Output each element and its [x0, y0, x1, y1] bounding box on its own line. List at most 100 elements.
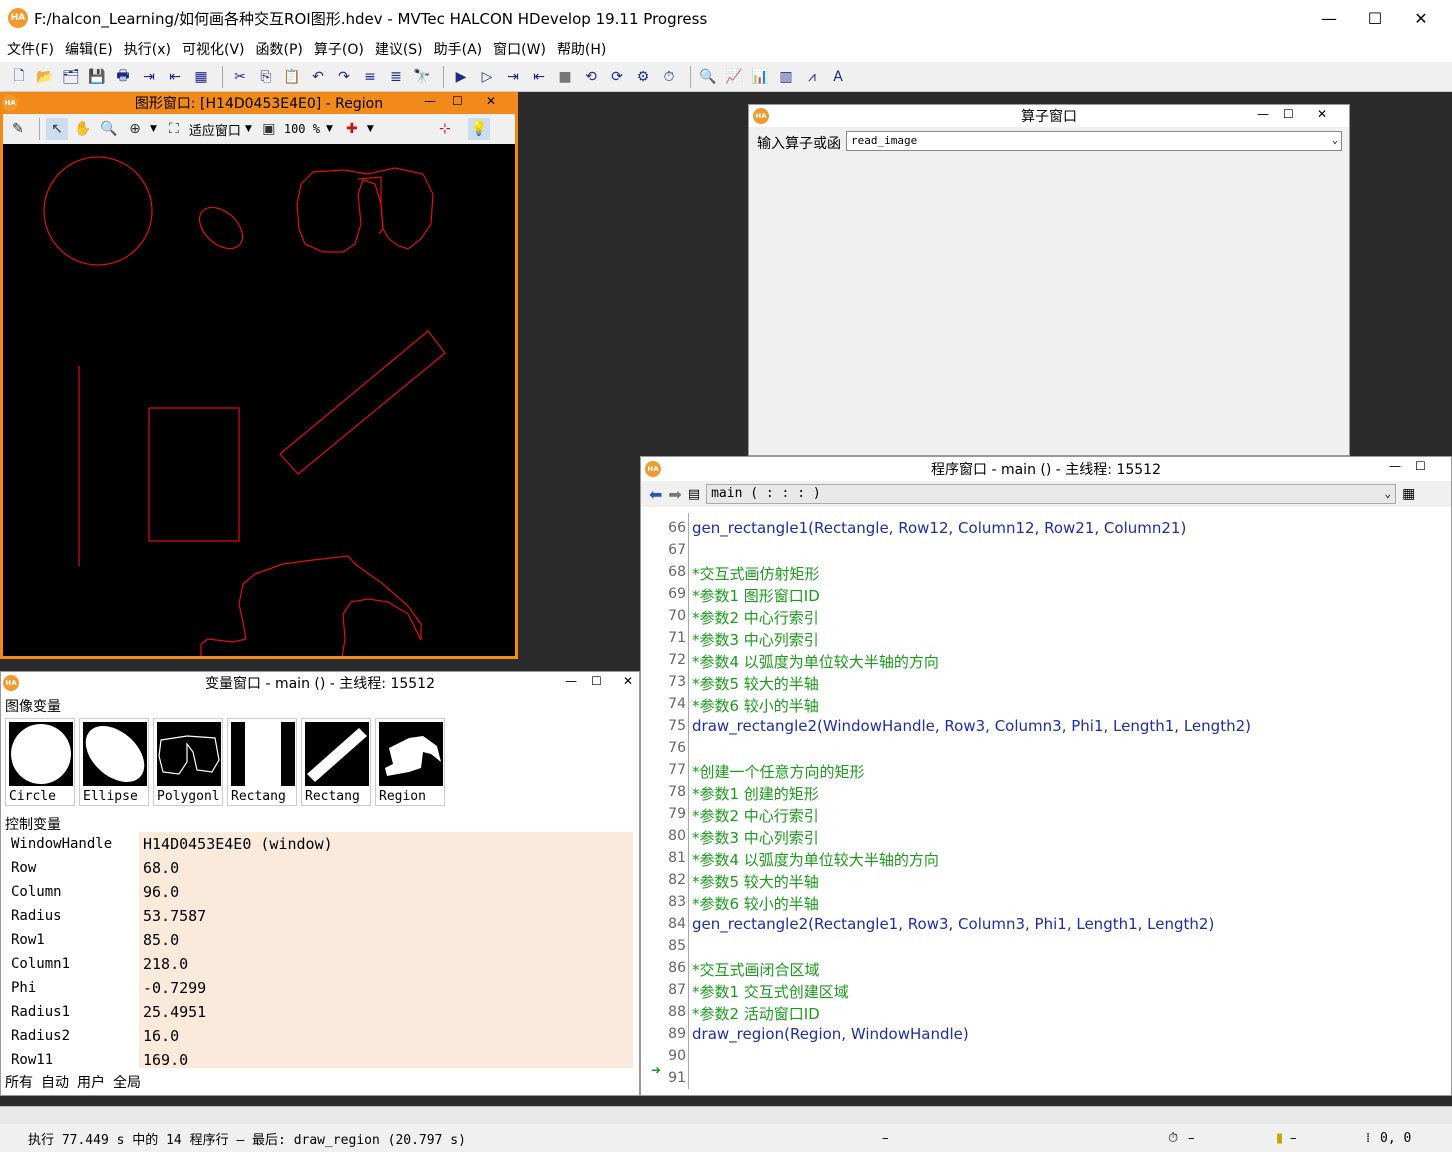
- save-icon[interactable]: 💾: [86, 66, 108, 88]
- code-line[interactable]: *交互式画闭合区域: [692, 959, 820, 980]
- tab-user[interactable]: 用户: [77, 1072, 105, 1092]
- fit-window-icon[interactable]: ⛶: [163, 118, 185, 140]
- step-over-icon[interactable]: ▷: [476, 66, 498, 88]
- code-editor[interactable]: 66 67 68 69 70 71 72 73 74 75 76 77 78 79 80 81 82 83 84 85…: [649, 513, 1451, 1089]
- export-icon[interactable]: ⇥: [138, 66, 160, 88]
- open-file-icon[interactable]: 📂: [34, 66, 56, 88]
- reset-program-icon[interactable]: ⟲: [580, 66, 602, 88]
- close-icon[interactable]: ✕: [623, 674, 633, 688]
- profiler-icon[interactable]: ⏱: [658, 66, 680, 88]
- find-icon[interactable]: 🔭: [411, 66, 433, 88]
- uncomment-icon[interactable]: ≣: [385, 66, 407, 88]
- reset-icon[interactable]: ⟳: [606, 66, 628, 88]
- maximize-icon[interactable]: ☐: [591, 674, 602, 688]
- maximize-icon[interactable]: ☐: [1283, 107, 1294, 121]
- menu-execute[interactable]: 执行(x): [124, 39, 171, 59]
- inspect-icon[interactable]: 🔍: [697, 66, 719, 88]
- tab-all[interactable]: 所有: [5, 1072, 33, 1092]
- iconic-var-ellipse[interactable]: Ellipse: [79, 718, 149, 806]
- minimize-icon[interactable]: —: [1306, 0, 1352, 36]
- control-variable-row[interactable]: Row11 169.0: [5, 1048, 633, 1068]
- horizontal-scrollbar[interactable]: [0, 1106, 1452, 1124]
- close-icon[interactable]: ✕: [486, 94, 496, 108]
- iconic-var-rectangle1[interactable]: Rectang: [227, 718, 297, 806]
- step-out-icon[interactable]: ⇤: [528, 66, 550, 88]
- code-line[interactable]: *交互式画仿射矩形: [692, 563, 820, 584]
- pointer-icon[interactable]: ↖: [46, 118, 68, 140]
- code-line[interactable]: draw_rectangle2(WindowHandle, Row3, Colu…: [692, 717, 1251, 735]
- graphics-canvas[interactable]: [3, 144, 515, 683]
- code-line[interactable]: *参数4 以弧度为单位较大半轴的方向: [692, 651, 939, 672]
- menu-procedures[interactable]: 函数(P): [256, 39, 303, 59]
- code-line[interactable]: draw_region(Region, WindowHandle): [692, 1025, 969, 1043]
- minimize-icon[interactable]: —: [565, 674, 577, 688]
- code-line[interactable]: *参数1 图形窗口ID: [692, 585, 820, 606]
- code-line[interactable]: *参数1 创建的矩形: [692, 783, 819, 804]
- paste-icon[interactable]: 📋: [281, 66, 303, 88]
- tab-auto[interactable]: 自动: [41, 1072, 69, 1092]
- code-line[interactable]: *参数3 中心列索引: [692, 827, 819, 848]
- code-line[interactable]: *参数4 以弧度为单位较大半轴的方向: [692, 849, 939, 870]
- axes-icon[interactable]: ⊹: [434, 118, 456, 140]
- stop-icon[interactable]: ■: [554, 66, 576, 88]
- run-icon[interactable]: ▶: [450, 66, 472, 88]
- feature-inspection-icon[interactable]: ⩘: [801, 66, 823, 88]
- iconic-var-rectangle2[interactable]: Rectang: [301, 718, 371, 806]
- menu-assistants[interactable]: 助手(A): [434, 39, 483, 59]
- code-line[interactable]: *参数5 较大的半轴: [692, 673, 819, 694]
- code-line[interactable]: *参数2 活动窗口ID: [692, 1003, 820, 1024]
- step-into-icon[interactable]: ⇥: [502, 66, 524, 88]
- control-variable-row[interactable]: Column 96.0: [5, 880, 633, 904]
- print-icon[interactable]: 🖶: [112, 66, 134, 88]
- code-line[interactable]: *参数1 交互式创建区域: [692, 981, 849, 1002]
- iconic-var-region[interactable]: Region: [375, 718, 445, 806]
- magnify-icon[interactable]: 🔍: [98, 118, 120, 140]
- edit-visualization-icon[interactable]: ✎: [7, 118, 29, 140]
- control-variable-row[interactable]: Row 68.0: [5, 856, 633, 880]
- undo-icon[interactable]: ↶: [307, 66, 329, 88]
- import-icon[interactable]: ⇤: [164, 66, 186, 88]
- maximize-icon[interactable]: ☐: [1415, 459, 1426, 473]
- menu-visualization[interactable]: 可视化(V): [182, 39, 245, 59]
- code-line[interactable]: *参数2 中心行索引: [692, 607, 819, 628]
- close-icon[interactable]: ✕: [1398, 0, 1444, 36]
- code-line[interactable]: *参数5 较大的半轴: [692, 871, 819, 892]
- iconic-var-circle[interactable]: Circle: [5, 718, 75, 806]
- zoom-icon[interactable]: ⊕: [124, 118, 146, 140]
- procedure-icon[interactable]: ▤: [688, 487, 700, 502]
- comment-icon[interactable]: ≡: [359, 66, 381, 88]
- feature-histogram-icon[interactable]: ▥: [775, 66, 797, 88]
- minimize-icon[interactable]: —: [424, 94, 436, 108]
- chevron-down-icon[interactable]: ▼: [326, 124, 333, 134]
- code-line[interactable]: gen_rectangle2(Rectangle1, Row3, Column3…: [692, 915, 1214, 933]
- menu-operators[interactable]: 算子(O): [314, 39, 364, 59]
- control-variable-row[interactable]: Radius 53.7587: [5, 904, 633, 928]
- code-line[interactable]: *参数3 中心列索引: [692, 629, 819, 650]
- line-profile-icon[interactable]: 📈: [723, 66, 745, 88]
- tab-global[interactable]: 全局: [113, 1072, 141, 1092]
- ocr-icon[interactable]: A: [827, 66, 849, 88]
- histogram-icon[interactable]: 📊: [749, 66, 771, 88]
- operator-input[interactable]: read_image ⌄: [846, 131, 1342, 151]
- code-line[interactable]: *参数2 中心行索引: [692, 805, 819, 826]
- fit-window-button[interactable]: 适应窗口: [189, 120, 241, 139]
- menu-file[interactable]: 文件(F): [7, 39, 54, 59]
- lightbulb-icon[interactable]: 💡: [467, 118, 490, 140]
- cut-icon[interactable]: ✂: [229, 66, 251, 88]
- control-variable-row[interactable]: Row1 85.0: [5, 928, 633, 952]
- maximize-icon[interactable]: ☐: [1352, 0, 1398, 36]
- close-icon[interactable]: ✕: [1317, 107, 1327, 121]
- code-line[interactable]: *创建一个任意方向的矩形: [692, 761, 865, 782]
- back-arrow-icon[interactable]: ⬅: [649, 485, 662, 504]
- read-image-icon[interactable]: ▦: [190, 66, 212, 88]
- iconic-var-polygon[interactable]: Polygonl: [153, 718, 223, 806]
- control-variable-row[interactable]: Radius2 16.0: [5, 1024, 633, 1048]
- menu-help[interactable]: 帮助(H): [557, 39, 606, 59]
- color-icon[interactable]: ✚: [341, 118, 363, 140]
- chevron-down-icon[interactable]: ⌄: [1332, 132, 1338, 150]
- code-line[interactable]: *参数6 较小的半轴: [692, 893, 819, 914]
- menu-suggestions[interactable]: 建议(S): [375, 39, 423, 59]
- zoom-level-icon[interactable]: ▣: [258, 118, 280, 140]
- control-variable-row[interactable]: Radius1 25.4951: [5, 1000, 633, 1024]
- pan-hand-icon[interactable]: ✋: [72, 118, 94, 140]
